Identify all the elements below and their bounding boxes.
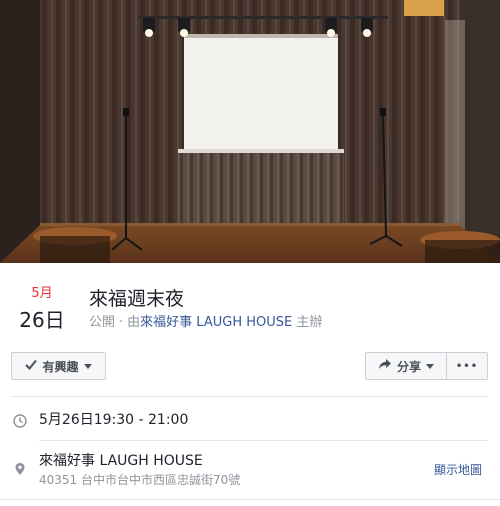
location-name[interactable]: 來福好事 LAUGH HOUSE (39, 451, 203, 471)
location-address: 40351 台中市台中市西區忠誠街70號 (39, 473, 241, 487)
event-cover-photo[interactable] (0, 0, 500, 263)
chevron-down-icon (426, 363, 434, 369)
more-options-button[interactable]: ••• (446, 352, 488, 380)
show-map-link[interactable]: 顯示地圖 (434, 461, 482, 479)
meta-separator: · (119, 315, 124, 330)
share-label: 分享 (396, 359, 421, 374)
privacy-label: 公開 (89, 315, 116, 330)
section-divider (11, 396, 488, 397)
host-prefix: 由 (127, 315, 141, 330)
event-date-box: 5月 26日 (14, 286, 70, 333)
clock-icon (13, 413, 27, 428)
event-title: 來福週末夜 (89, 288, 185, 310)
stage-photo-illustration (0, 0, 500, 263)
interested-label: 有興趣 (42, 359, 79, 374)
interested-button[interactable]: 有興趣 (11, 352, 106, 380)
event-meta: 公開 · 由來福好事 LAUGH HOUSE 主辦 (89, 314, 322, 332)
host-suffix: 主辦 (296, 315, 323, 330)
row-divider (39, 440, 488, 441)
check-icon (25, 359, 38, 374)
chevron-down-icon (83, 363, 92, 369)
map-pin-icon (13, 461, 27, 475)
share-button[interactable]: 分享 (365, 352, 447, 380)
event-month: 5月 (31, 286, 53, 301)
event-time: 5月26日19:30 - 21:00 (39, 412, 189, 428)
event-day: 26日 (19, 308, 65, 332)
bottom-divider (0, 499, 500, 500)
more-icon: ••• (455, 360, 479, 372)
host-link[interactable]: 來福好事 LAUGH HOUSE (140, 315, 292, 330)
share-arrow-icon (378, 358, 392, 374)
